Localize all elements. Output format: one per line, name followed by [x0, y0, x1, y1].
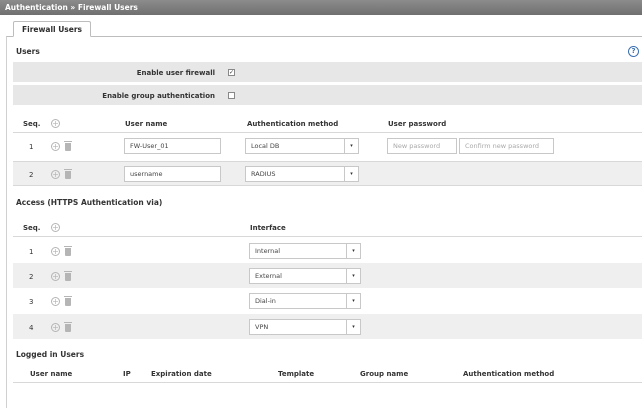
confirm-password-input[interactable]: Confirm new password [459, 138, 554, 154]
breadcrumb: Authentication » Firewall Users [0, 0, 642, 15]
user-row-2-username-input[interactable]: username [124, 166, 221, 182]
access-row-4-interface-select[interactable]: VPN ▾ [249, 319, 361, 335]
selected-value: VPN [255, 323, 269, 331]
user-row-1-username-input[interactable]: FW-User_01 [124, 138, 221, 154]
chevron-down-icon: ▾ [344, 139, 358, 153]
col-user-password: User password [388, 120, 447, 128]
access-row-2-interface-select[interactable]: External ▾ [249, 268, 361, 284]
user-row-2-auth-select[interactable]: RADIUS ▾ [245, 166, 359, 182]
user-row-1-auth-select[interactable]: Local DB ▾ [245, 138, 359, 154]
col-auth-method: Authentication method [247, 120, 339, 128]
col-auth-method: Authentication method [463, 370, 555, 378]
add-icon[interactable]: + [51, 247, 60, 256]
delete-icon[interactable] [64, 246, 72, 256]
tab-firewall-users[interactable]: Firewall Users [13, 21, 92, 37]
add-user-icon[interactable]: + [51, 119, 60, 128]
access-row-2-seq: 2 [29, 273, 34, 281]
chevron-down-icon: ▾ [346, 294, 360, 308]
delete-icon[interactable] [64, 141, 72, 151]
access-row-3-seq: 3 [29, 298, 34, 306]
add-icon[interactable]: + [51, 323, 60, 332]
selected-value: Local DB [251, 142, 280, 150]
col-seq: Seq. [23, 120, 41, 128]
add-icon[interactable]: + [51, 272, 60, 281]
col-expiration-date: Expiration date [151, 370, 212, 378]
enable-group-auth-checkbox[interactable] [228, 92, 235, 99]
delete-icon[interactable] [64, 169, 72, 179]
divider [13, 382, 642, 383]
logged-in-section-title: Logged in Users [16, 350, 85, 359]
selected-value: RADIUS [251, 170, 276, 178]
new-password-input[interactable]: New password [387, 138, 457, 154]
col-group-name: Group name [360, 370, 409, 378]
enable-user-firewall-checkbox[interactable]: ✓ [228, 69, 235, 76]
chevron-down-icon: ▾ [344, 167, 358, 181]
delete-icon[interactable] [64, 271, 72, 281]
access-row-1-interface-select[interactable]: Internal ▾ [249, 243, 361, 259]
access-row-1-seq: 1 [29, 248, 34, 256]
chevron-down-icon: ▾ [346, 244, 360, 258]
help-icon[interactable]: ? [628, 46, 639, 57]
access-row-3-interface-select[interactable]: Dial-in ▾ [249, 293, 361, 309]
add-icon[interactable]: + [51, 142, 60, 151]
enable-user-firewall-label: Enable user firewall [136, 69, 215, 77]
col-seq: Seq. [23, 224, 41, 232]
selected-value: External [255, 272, 282, 280]
delete-icon[interactable] [64, 322, 72, 332]
chevron-down-icon: ▾ [346, 269, 360, 283]
add-interface-icon[interactable]: + [51, 223, 60, 232]
add-icon[interactable]: + [51, 170, 60, 179]
col-username: User name [125, 120, 168, 128]
divider [13, 236, 642, 237]
users-section-title: Users [16, 47, 40, 56]
delete-icon[interactable] [64, 296, 72, 306]
selected-value: Internal [255, 247, 281, 255]
add-icon[interactable]: + [51, 297, 60, 306]
col-interface: Interface [250, 224, 286, 232]
access-row-4-seq: 4 [29, 324, 34, 332]
col-ip: IP [123, 370, 131, 378]
col-template: Template [278, 370, 315, 378]
user-row-2-seq: 2 [29, 171, 34, 179]
col-username: User name [30, 370, 73, 378]
selected-value: Dial-in [255, 297, 276, 305]
divider [13, 132, 642, 133]
enable-group-auth-label: Enable group authentication [102, 92, 215, 100]
chevron-down-icon: ▾ [346, 320, 360, 334]
user-row-1-seq: 1 [29, 143, 34, 151]
access-section-title: Access (HTTPS Authentication via) [16, 198, 163, 207]
